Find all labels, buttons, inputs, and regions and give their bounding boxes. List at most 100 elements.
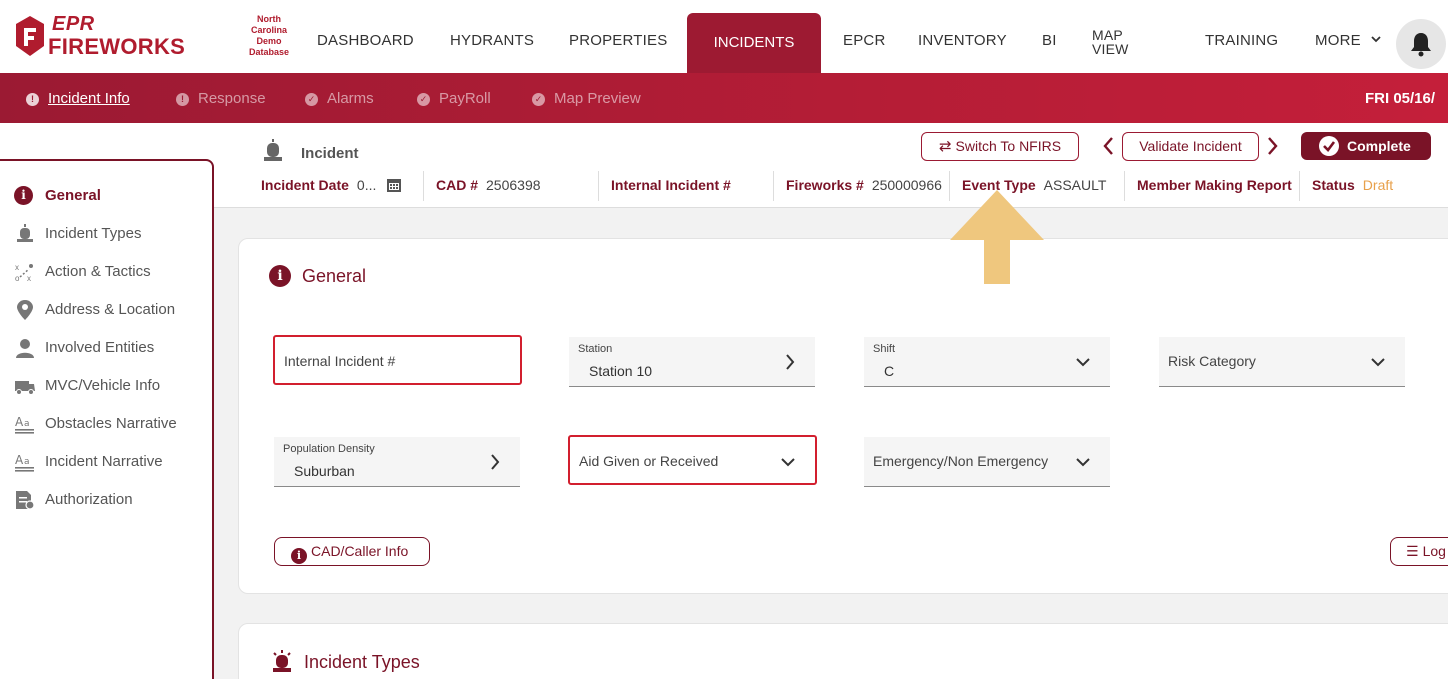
- nav-incidents-label: INCIDENTS: [713, 34, 795, 51]
- bell-icon: [1411, 33, 1431, 57]
- chevron-down-icon[interactable]: [1371, 34, 1381, 44]
- meta-label: Member Making Report: [1137, 177, 1292, 193]
- divider: [1299, 171, 1300, 201]
- aid-given-received-field[interactable]: Aid Given or Received: [568, 435, 817, 485]
- sidebar-label: Address & Location: [45, 301, 176, 318]
- siren-icon: [17, 224, 33, 242]
- internal-incident-field[interactable]: Internal Incident #: [273, 335, 522, 385]
- field-label: Shift: [873, 343, 896, 355]
- subnav-response[interactable]: ! Response: [176, 90, 266, 107]
- meta-value: ASSAULT: [1043, 177, 1107, 193]
- field-placeholder: Emergency/Non Emergency: [873, 453, 1049, 469]
- field-value: C: [884, 363, 895, 379]
- incident-title: Incident: [301, 145, 359, 162]
- validate-incident-button[interactable]: Validate Incident: [1122, 132, 1259, 161]
- nav-more[interactable]: MORE: [1315, 32, 1361, 49]
- risk-category-field[interactable]: Risk Category: [1159, 337, 1405, 387]
- siren-icon: [273, 650, 291, 672]
- svg-text:x: x: [15, 263, 19, 272]
- complete-button[interactable]: Complete: [1301, 132, 1431, 160]
- nav-inventory[interactable]: INVENTORY: [918, 32, 1007, 49]
- field-value: Suburban: [294, 463, 355, 479]
- demo-line: North: [257, 14, 281, 24]
- nav-incidents[interactable]: INCIDENTS: [687, 13, 821, 75]
- internal-incident-meta: Internal Incident #: [611, 177, 739, 193]
- subnav-label: Map Preview: [554, 90, 641, 107]
- meta-label: Fireworks #: [786, 177, 864, 193]
- switch-nfirs-label: Switch To NFIRS: [955, 138, 1062, 154]
- incident-date-meta: Incident Date 0...: [261, 177, 376, 193]
- subnav-payroll[interactable]: ✓ PayRoll: [417, 90, 491, 107]
- demo-line: Carolina: [250, 25, 287, 35]
- chevron-right-icon: [491, 454, 500, 470]
- field-label: Station: [578, 343, 613, 355]
- svg-text:a: a: [24, 419, 30, 429]
- shift-field[interactable]: Shift C: [864, 337, 1110, 387]
- authorization-icon: [16, 491, 35, 510]
- nav-epcr[interactable]: EPCR: [843, 32, 885, 49]
- cad-caller-label: CAD/Caller Info: [311, 543, 409, 559]
- epr-fireworks-logo[interactable]: EPR FIREWORKS: [14, 12, 186, 62]
- field-placeholder: Risk Category: [1168, 353, 1256, 369]
- emergency-field[interactable]: Emergency/Non Emergency: [864, 437, 1110, 487]
- sidebar-label: General: [45, 187, 101, 204]
- field-placeholder: Internal Incident #: [284, 353, 396, 369]
- nav-training[interactable]: TRAINING: [1205, 32, 1278, 49]
- sidebar-label: MVC/Vehicle Info: [45, 377, 161, 394]
- notifications-button[interactable]: [1396, 19, 1446, 69]
- meta-label: Internal Incident #: [611, 177, 731, 193]
- check-circle-icon: [1319, 136, 1339, 156]
- nav-hydrants[interactable]: HYDRANTS: [450, 32, 534, 49]
- meta-value: 0...: [356, 177, 377, 193]
- station-field[interactable]: Station Station 10: [569, 337, 815, 387]
- nav-dashboard[interactable]: DASHBOARD: [317, 32, 414, 49]
- nav-properties[interactable]: PROPERTIES: [569, 32, 667, 49]
- log-button[interactable]: ☰ Log: [1390, 537, 1448, 566]
- demo-line: Demo: [256, 36, 282, 46]
- calendar-icon[interactable]: [386, 177, 402, 193]
- chevron-right-icon[interactable]: [1267, 136, 1279, 156]
- cad-caller-info-button[interactable]: i CAD/Caller Info: [274, 537, 430, 566]
- svg-text:A: A: [15, 415, 24, 429]
- fireworks-meta: Fireworks # 250000966: [786, 177, 942, 193]
- nav-map-view[interactable]: MAP VIEW: [1092, 28, 1129, 56]
- subnav-label: Incident Info: [48, 90, 130, 107]
- subnav-incident-info[interactable]: ! Incident Info: [26, 90, 130, 107]
- field-value: Station 10: [589, 363, 653, 379]
- sidebar-label: Incident Types: [45, 225, 142, 242]
- field-placeholder: Aid Given or Received: [579, 453, 719, 469]
- person-icon: [16, 339, 34, 358]
- chevron-down-icon: [1371, 358, 1385, 367]
- swap-icon: ⇄: [938, 138, 952, 155]
- subnav-label: Alarms: [327, 90, 374, 107]
- switch-to-nfirs-button[interactable]: ⇄ Switch To NFIRS: [921, 132, 1079, 161]
- population-density-field[interactable]: Population Density Suburban: [274, 437, 520, 487]
- tactics-icon: xo x: [15, 263, 33, 282]
- list-icon: ☰: [1406, 543, 1419, 559]
- alert-icon: !: [26, 93, 39, 106]
- divider: [598, 171, 599, 201]
- status-meta: Status Draft: [1312, 177, 1393, 193]
- subnav-alarms[interactable]: ✓ Alarms: [305, 90, 374, 107]
- svg-text:x: x: [27, 274, 31, 282]
- sidebar-label: Authorization: [45, 491, 133, 508]
- log-label: Log: [1422, 543, 1446, 559]
- nav-bi[interactable]: BI: [1042, 32, 1057, 49]
- alert-icon: !: [176, 93, 189, 106]
- field-label: Population Density: [283, 443, 375, 455]
- logo-fireworks-text: FIREWORKS: [48, 34, 186, 59]
- section-title: Incident Types: [304, 652, 420, 672]
- fireworks-logo-icon: [16, 16, 44, 56]
- info-icon: i: [269, 265, 291, 287]
- meta-label: CAD #: [436, 177, 479, 193]
- logo-epr-text: EPR: [52, 13, 95, 35]
- sidebar-label: Involved Entities: [45, 339, 155, 356]
- arrow-up-icon: [950, 190, 1044, 284]
- general-section: i General Internal Incident # Station St…: [238, 238, 1448, 594]
- subnav-map-preview[interactable]: ✓ Map Preview: [532, 90, 641, 107]
- chevron-left-icon[interactable]: [1102, 136, 1114, 156]
- cad-meta: CAD # 2506398: [436, 177, 541, 193]
- divider: [1124, 171, 1125, 201]
- sidebar-label: Incident Narrative: [45, 453, 163, 470]
- narrative-icon: Aa: [15, 415, 34, 434]
